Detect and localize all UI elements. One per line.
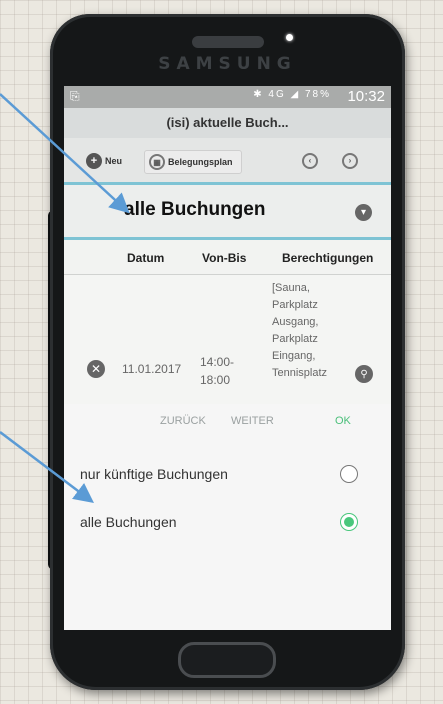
annotation-arrow-bottom xyxy=(0,431,94,504)
annotation-arrow-top xyxy=(0,93,130,214)
annotation-arrows xyxy=(0,93,130,504)
